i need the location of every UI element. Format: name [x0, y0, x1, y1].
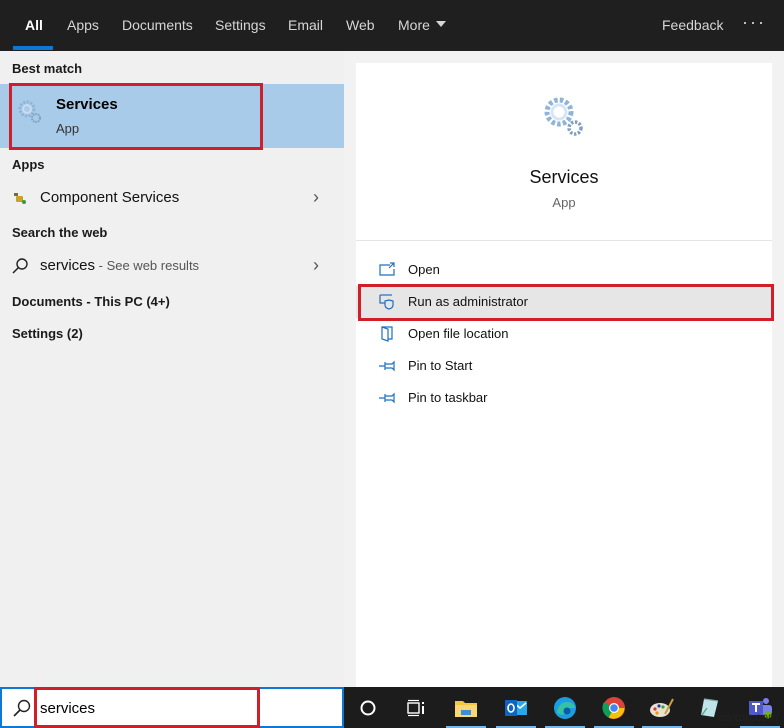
best-match-header: Best match: [12, 61, 83, 76]
app-type: App: [552, 195, 576, 210]
tab-more-label: More: [398, 17, 430, 33]
chevron-right-icon[interactable]: ›: [313, 187, 319, 208]
chevron-right-icon[interactable]: ›: [313, 255, 319, 276]
cortana-button[interactable]: [344, 687, 392, 728]
action-pin-to-start-label: Pin to Start: [408, 358, 473, 373]
tab-settings[interactable]: Settings: [215, 0, 266, 51]
search-scope-tabs: All Apps Documents Settings Email Web Mo…: [0, 0, 784, 51]
edge-icon: [554, 696, 576, 719]
gears-icon: [544, 97, 583, 136]
tab-all[interactable]: All: [25, 0, 43, 51]
settings-header[interactable]: Settings (2): [12, 326, 83, 341]
chrome-icon: [602, 696, 625, 719]
action-open[interactable]: Open: [356, 254, 772, 286]
tab-web[interactable]: Web: [346, 0, 375, 51]
best-match-title: Services: [56, 96, 118, 113]
web-search-result[interactable]: services - See web results ›: [0, 251, 344, 281]
action-run-as-administrator[interactable]: Run as administrator: [356, 286, 772, 318]
cortana-icon: [360, 700, 376, 715]
documents-header[interactable]: Documents - This PC (4+): [12, 294, 170, 309]
task-view-button[interactable]: [392, 687, 440, 728]
result-component-services[interactable]: Component Services ›: [0, 183, 344, 213]
chrome-button[interactable]: [590, 687, 638, 728]
search-web-header: Search the web: [12, 225, 108, 240]
paint-button[interactable]: [638, 687, 686, 728]
active-tab-indicator: [13, 46, 53, 50]
app-title: Services: [529, 167, 599, 187]
divider: [356, 240, 772, 241]
search-icon: [12, 258, 28, 274]
component-services-icon: [14, 193, 26, 204]
pin-icon: [379, 392, 395, 404]
more-options-button[interactable]: ···: [742, 0, 766, 51]
open-icon: [379, 262, 395, 276]
shield-icon: [379, 294, 394, 310]
taskbar: [0, 687, 784, 728]
best-match-result[interactable]: Services App: [0, 84, 344, 148]
tab-email[interactable]: Email: [288, 0, 323, 51]
action-open-label: Open: [408, 262, 440, 277]
tab-documents[interactable]: Documents: [122, 0, 193, 51]
action-pin-to-taskbar-label: Pin to taskbar: [408, 390, 488, 405]
pin-icon: [379, 360, 395, 372]
web-result-text: services - See web results: [40, 257, 199, 274]
search-input[interactable]: [40, 697, 250, 719]
tab-apps[interactable]: Apps: [67, 0, 99, 51]
watermark: wsxdn.com: [718, 710, 779, 724]
paint-palette-icon: [650, 698, 674, 717]
file-explorer-button[interactable]: [442, 687, 490, 728]
action-pin-to-start[interactable]: Pin to Start: [356, 350, 772, 382]
tab-more[interactable]: More: [398, 0, 446, 51]
action-pin-to-taskbar[interactable]: Pin to taskbar: [356, 382, 772, 414]
file-location-icon: [381, 326, 393, 342]
web-query: services: [40, 257, 96, 274]
results-panel: Best match Services App Apps Component S…: [0, 51, 344, 687]
app-preview-panel: Services App Open Run as administrator O…: [356, 63, 772, 687]
folder-icon: [455, 700, 477, 717]
feedback-button[interactable]: Feedback: [662, 0, 723, 51]
apps-header: Apps: [12, 157, 45, 172]
caret-down-icon: [435, 21, 446, 28]
edge-button[interactable]: [541, 687, 589, 728]
gears-icon: [18, 100, 41, 123]
best-match-subtitle: App: [56, 121, 80, 136]
outlook-icon: [505, 699, 527, 716]
action-open-file-location-label: Open file location: [408, 326, 509, 341]
outlook-button[interactable]: [492, 687, 540, 728]
action-open-file-location[interactable]: Open file location: [356, 318, 772, 350]
task-view-icon: [407, 699, 424, 716]
web-suffix: - See web results: [95, 258, 200, 273]
action-run-as-administrator-label: Run as administrator: [408, 294, 528, 309]
search-icon: [13, 699, 31, 717]
component-services-label: Component Services: [40, 189, 180, 206]
taskbar-search-box[interactable]: [0, 687, 344, 728]
